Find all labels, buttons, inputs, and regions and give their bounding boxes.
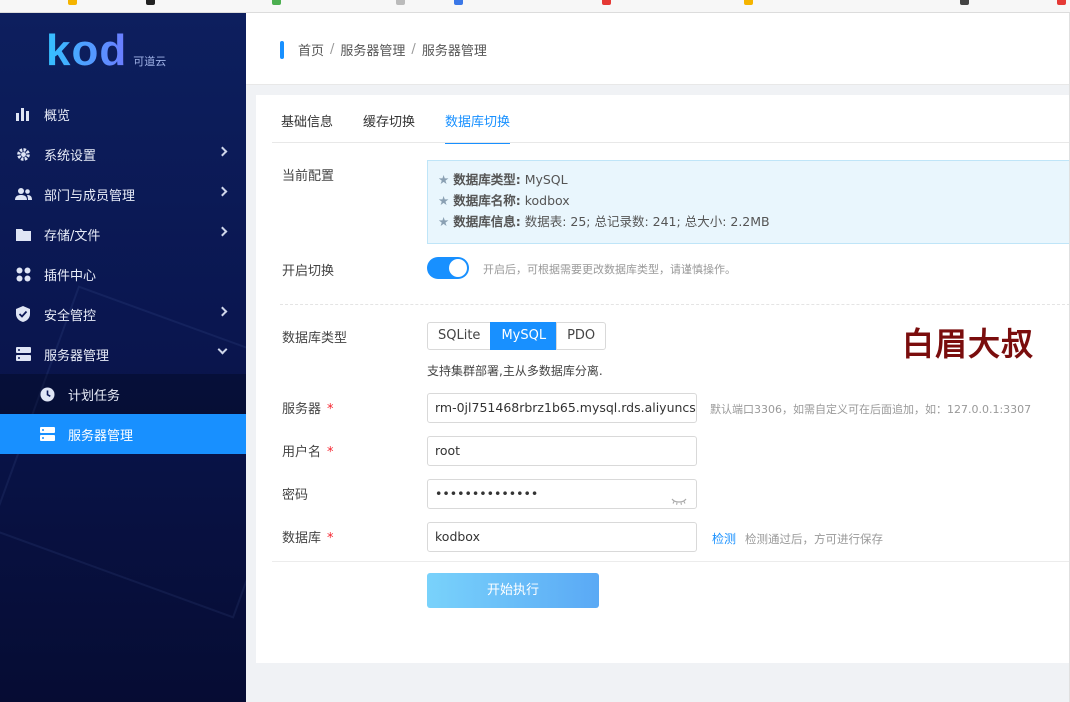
breadcrumb-item-home[interactable]: 首页 xyxy=(298,40,324,59)
db-type-option-sqlite[interactable]: SQLite xyxy=(427,322,492,350)
browser-tab-strip xyxy=(0,0,1070,13)
password-value: •••••••••••••• xyxy=(435,486,539,501)
sidebar-item-label: 计划任务 xyxy=(68,388,121,404)
required-mark: * xyxy=(327,402,334,417)
info-row-db-type: ★ 数据库类型: MySQL xyxy=(438,172,568,187)
sidebar-item-plugins[interactable]: 插件中心 xyxy=(0,254,246,294)
tab-cache-switch[interactable]: 缓存切换 xyxy=(363,114,415,144)
db-type-option-mysql[interactable]: MySQL xyxy=(490,322,558,350)
logo-subtitle: 可道云 xyxy=(133,55,167,68)
logo-mark: kod xyxy=(46,26,128,75)
sidebar-item-label: 概览 xyxy=(44,108,71,124)
chevron-right-icon xyxy=(217,146,228,157)
enable-switch-label: 开启切换 xyxy=(282,264,335,279)
start-execute-button[interactable]: 开始执行 xyxy=(427,573,599,608)
star-icon: ★ xyxy=(438,172,450,187)
username-input[interactable]: root xyxy=(427,436,697,466)
sidebar-item-label: 系统设置 xyxy=(44,148,97,164)
sidebar-item-label: 服务器管理 xyxy=(68,428,134,444)
chevron-right-icon xyxy=(217,226,228,237)
sidebar-item-system-settings[interactable]: 系统设置 xyxy=(0,134,246,174)
server-hint: 默认端口3306，如需自定义可在后面追加，如：127.0.0.1:3307 xyxy=(710,403,1032,416)
chevron-down-icon xyxy=(217,344,228,355)
enable-switch-hint: 开启后，可根据需要更改数据库类型，请谨慎操作。 xyxy=(483,263,736,276)
current-config-info: ★ 数据库类型: MySQL ★ 数据库名称: kodbox ★ 数据库信息: 数据表… xyxy=(427,160,1070,244)
breadcrumb-separator: / xyxy=(330,42,335,57)
shield-icon xyxy=(14,305,32,323)
sidebar-item-label: 服务器管理 xyxy=(44,348,110,364)
bar-chart-icon xyxy=(14,105,32,123)
password-label: 密码 xyxy=(282,488,309,503)
breadcrumb: 首页 / 服务器管理 / 服务器管理 xyxy=(280,40,487,59)
section-divider xyxy=(280,304,1070,305)
form-divider xyxy=(272,561,1070,562)
server-input[interactable]: rm-0jl751468rbrz1b65.mysql.rds.aliyuncs.… xyxy=(427,393,697,423)
sidebar-item-departments[interactable]: 部门与成员管理 xyxy=(0,174,246,214)
chevron-right-icon xyxy=(217,306,228,317)
star-icon: ★ xyxy=(438,214,450,229)
sidebar-item-storage[interactable]: 存储/文件 xyxy=(0,214,246,254)
server-label: 服务器 * xyxy=(282,402,334,417)
db-type-label: 数据库类型 xyxy=(282,331,348,346)
users-icon xyxy=(14,185,32,203)
info-row-db-info: ★ 数据库信息: 数据表: 25; 总记录数: 241; 总大小: 2.2MB xyxy=(438,214,770,229)
required-mark: * xyxy=(327,531,334,546)
breadcrumb-item-current: 服务器管理 xyxy=(421,44,487,59)
server-icon xyxy=(14,345,32,363)
star-icon: ★ xyxy=(438,193,450,208)
page-header: 首页 / 服务器管理 / 服务器管理 xyxy=(246,13,1070,85)
server-icon xyxy=(38,425,56,443)
breadcrumb-accent-bar xyxy=(280,40,284,59)
eye-closed-icon[interactable] xyxy=(671,489,687,505)
sidebar-item-overview[interactable]: 概览 xyxy=(0,94,246,134)
clock-icon xyxy=(38,385,56,403)
db-type-option-pdo[interactable]: PDO xyxy=(556,322,607,350)
sidebar-item-server-management[interactable]: 服务器管理 xyxy=(0,334,246,374)
sidebar: kod 可道云 概览 系统设置 部门与成员管理 存储/文件 插件中心 安全管控 … xyxy=(0,13,246,702)
required-mark: * xyxy=(327,445,334,460)
sidebar-item-label: 插件中心 xyxy=(44,268,97,284)
current-config-label: 当前配置 xyxy=(282,169,335,184)
db-type-note: 支持集群部署,主从多数据库分离. xyxy=(427,364,603,378)
tab-divider xyxy=(272,142,1070,143)
tab-bar: 基础信息 缓存切换 数据库切换 xyxy=(281,114,540,144)
tab-basic-info[interactable]: 基础信息 xyxy=(281,114,333,144)
enable-switch-toggle[interactable] xyxy=(427,257,469,279)
chevron-right-icon xyxy=(217,186,228,197)
main-card: 基础信息 缓存切换 数据库切换 当前配置 ★ 数据库类型: MySQL ★ 数据库名… xyxy=(256,95,1070,663)
plugin-icon xyxy=(14,265,32,283)
check-hint: 检测通过后，方可进行保存 xyxy=(745,532,883,546)
gear-icon xyxy=(14,145,32,163)
username-label: 用户名 * xyxy=(282,445,334,460)
sidebar-menu: 概览 系统设置 部门与成员管理 存储/文件 插件中心 安全管控 服务器管理 计划… xyxy=(0,94,246,454)
db-type-selector: SQLite MySQL PDO xyxy=(427,322,607,350)
sidebar-item-label: 存储/文件 xyxy=(44,228,101,244)
breadcrumb-item-server-management[interactable]: 服务器管理 xyxy=(340,40,405,59)
app-logo[interactable]: kod 可道云 xyxy=(46,26,167,75)
sidebar-subitem-scheduled-tasks[interactable]: 计划任务 xyxy=(0,374,246,414)
watermark-text: 白眉大叔 xyxy=(902,325,1035,363)
database-input[interactable]: kodbox xyxy=(427,522,697,552)
sidebar-item-label: 部门与成员管理 xyxy=(44,188,136,204)
password-input[interactable]: •••••••••••••• xyxy=(427,479,697,509)
info-row-db-name: ★ 数据库名称: kodbox xyxy=(438,193,570,208)
breadcrumb-separator: / xyxy=(411,42,416,57)
check-link[interactable]: 检测 xyxy=(712,530,736,547)
sidebar-subitem-server-management[interactable]: 服务器管理 xyxy=(0,414,246,454)
sidebar-item-security[interactable]: 安全管控 xyxy=(0,294,246,334)
sidebar-item-label: 安全管控 xyxy=(44,308,97,324)
tab-database-switch[interactable]: 数据库切换 xyxy=(445,114,511,144)
folder-icon xyxy=(14,225,32,243)
database-label: 数据库 * xyxy=(282,531,334,546)
switch-knob xyxy=(449,259,467,277)
